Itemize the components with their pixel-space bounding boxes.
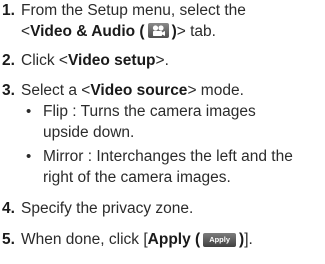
step-2: 2. Click <Video setup>. bbox=[0, 50, 325, 71]
step-3-video-source: Video source bbox=[90, 82, 188, 99]
step-4-number: 4. bbox=[2, 200, 15, 217]
step-3: 3. Select a <Video source> mode. bbox=[0, 80, 325, 101]
step-2-number: 2. bbox=[2, 52, 15, 69]
step-3-suffix: > mode. bbox=[187, 82, 244, 99]
bullet-mirror: • Mirror : Interchanges the left and the… bbox=[0, 146, 325, 188]
bullet-mirror-line-1: Mirror : Interchanges the left and the bbox=[43, 148, 293, 165]
step-5-apply-label: Apply ( bbox=[147, 231, 201, 248]
step-4: 4. Specify the privacy zone. bbox=[0, 198, 325, 219]
apply-button-image: Apply bbox=[203, 233, 237, 247]
step-1-tab-name: Video & Audio ( bbox=[30, 23, 145, 40]
step-3-number: 3. bbox=[2, 82, 15, 99]
step-2-suffix: >. bbox=[155, 52, 169, 69]
step-5-suffix: ]. bbox=[244, 231, 253, 248]
step-5-text: When done, click [Apply (Apply)]. bbox=[21, 229, 325, 250]
bullet-flip-line-1: Flip : Turns the camera images bbox=[43, 103, 256, 120]
step-2-prefix: Click < bbox=[21, 52, 68, 69]
bullet-flip: • Flip : Turns the camera images upside … bbox=[0, 101, 325, 143]
step-5-number: 5. bbox=[2, 231, 15, 248]
camera-reel-icon bbox=[147, 23, 169, 38]
step-1-line-2: <Video & Audio ()> tab. bbox=[21, 21, 325, 42]
step-4-text: Specify the privacy zone. bbox=[21, 200, 194, 217]
step-2-video-setup: Video setup bbox=[67, 52, 156, 69]
bullet-marker: • bbox=[26, 148, 32, 165]
step-1-line-1: From the Setup menu, select the bbox=[21, 2, 246, 19]
bullet-marker: • bbox=[26, 103, 32, 120]
step-1-close-text: > tab. bbox=[176, 23, 216, 40]
step-1-number: 1. bbox=[2, 2, 15, 19]
step-5-prefix: When done, click [ bbox=[21, 231, 148, 248]
step-5: 5. When done, click [Apply (Apply)]. bbox=[0, 229, 325, 250]
step-3-prefix: Select a < bbox=[21, 82, 91, 99]
bullet-mirror-line-2: right of the camera images. bbox=[43, 169, 231, 186]
step-1: 1. From the Setup menu, select the <Vide… bbox=[0, 0, 325, 42]
step-1-open-bracket: < bbox=[21, 23, 31, 40]
step-2-text: Click <Video setup>. bbox=[21, 50, 325, 71]
bullet-flip-line-2: upside down. bbox=[43, 124, 135, 141]
step-3-text: Select a <Video source> mode. bbox=[21, 80, 325, 101]
